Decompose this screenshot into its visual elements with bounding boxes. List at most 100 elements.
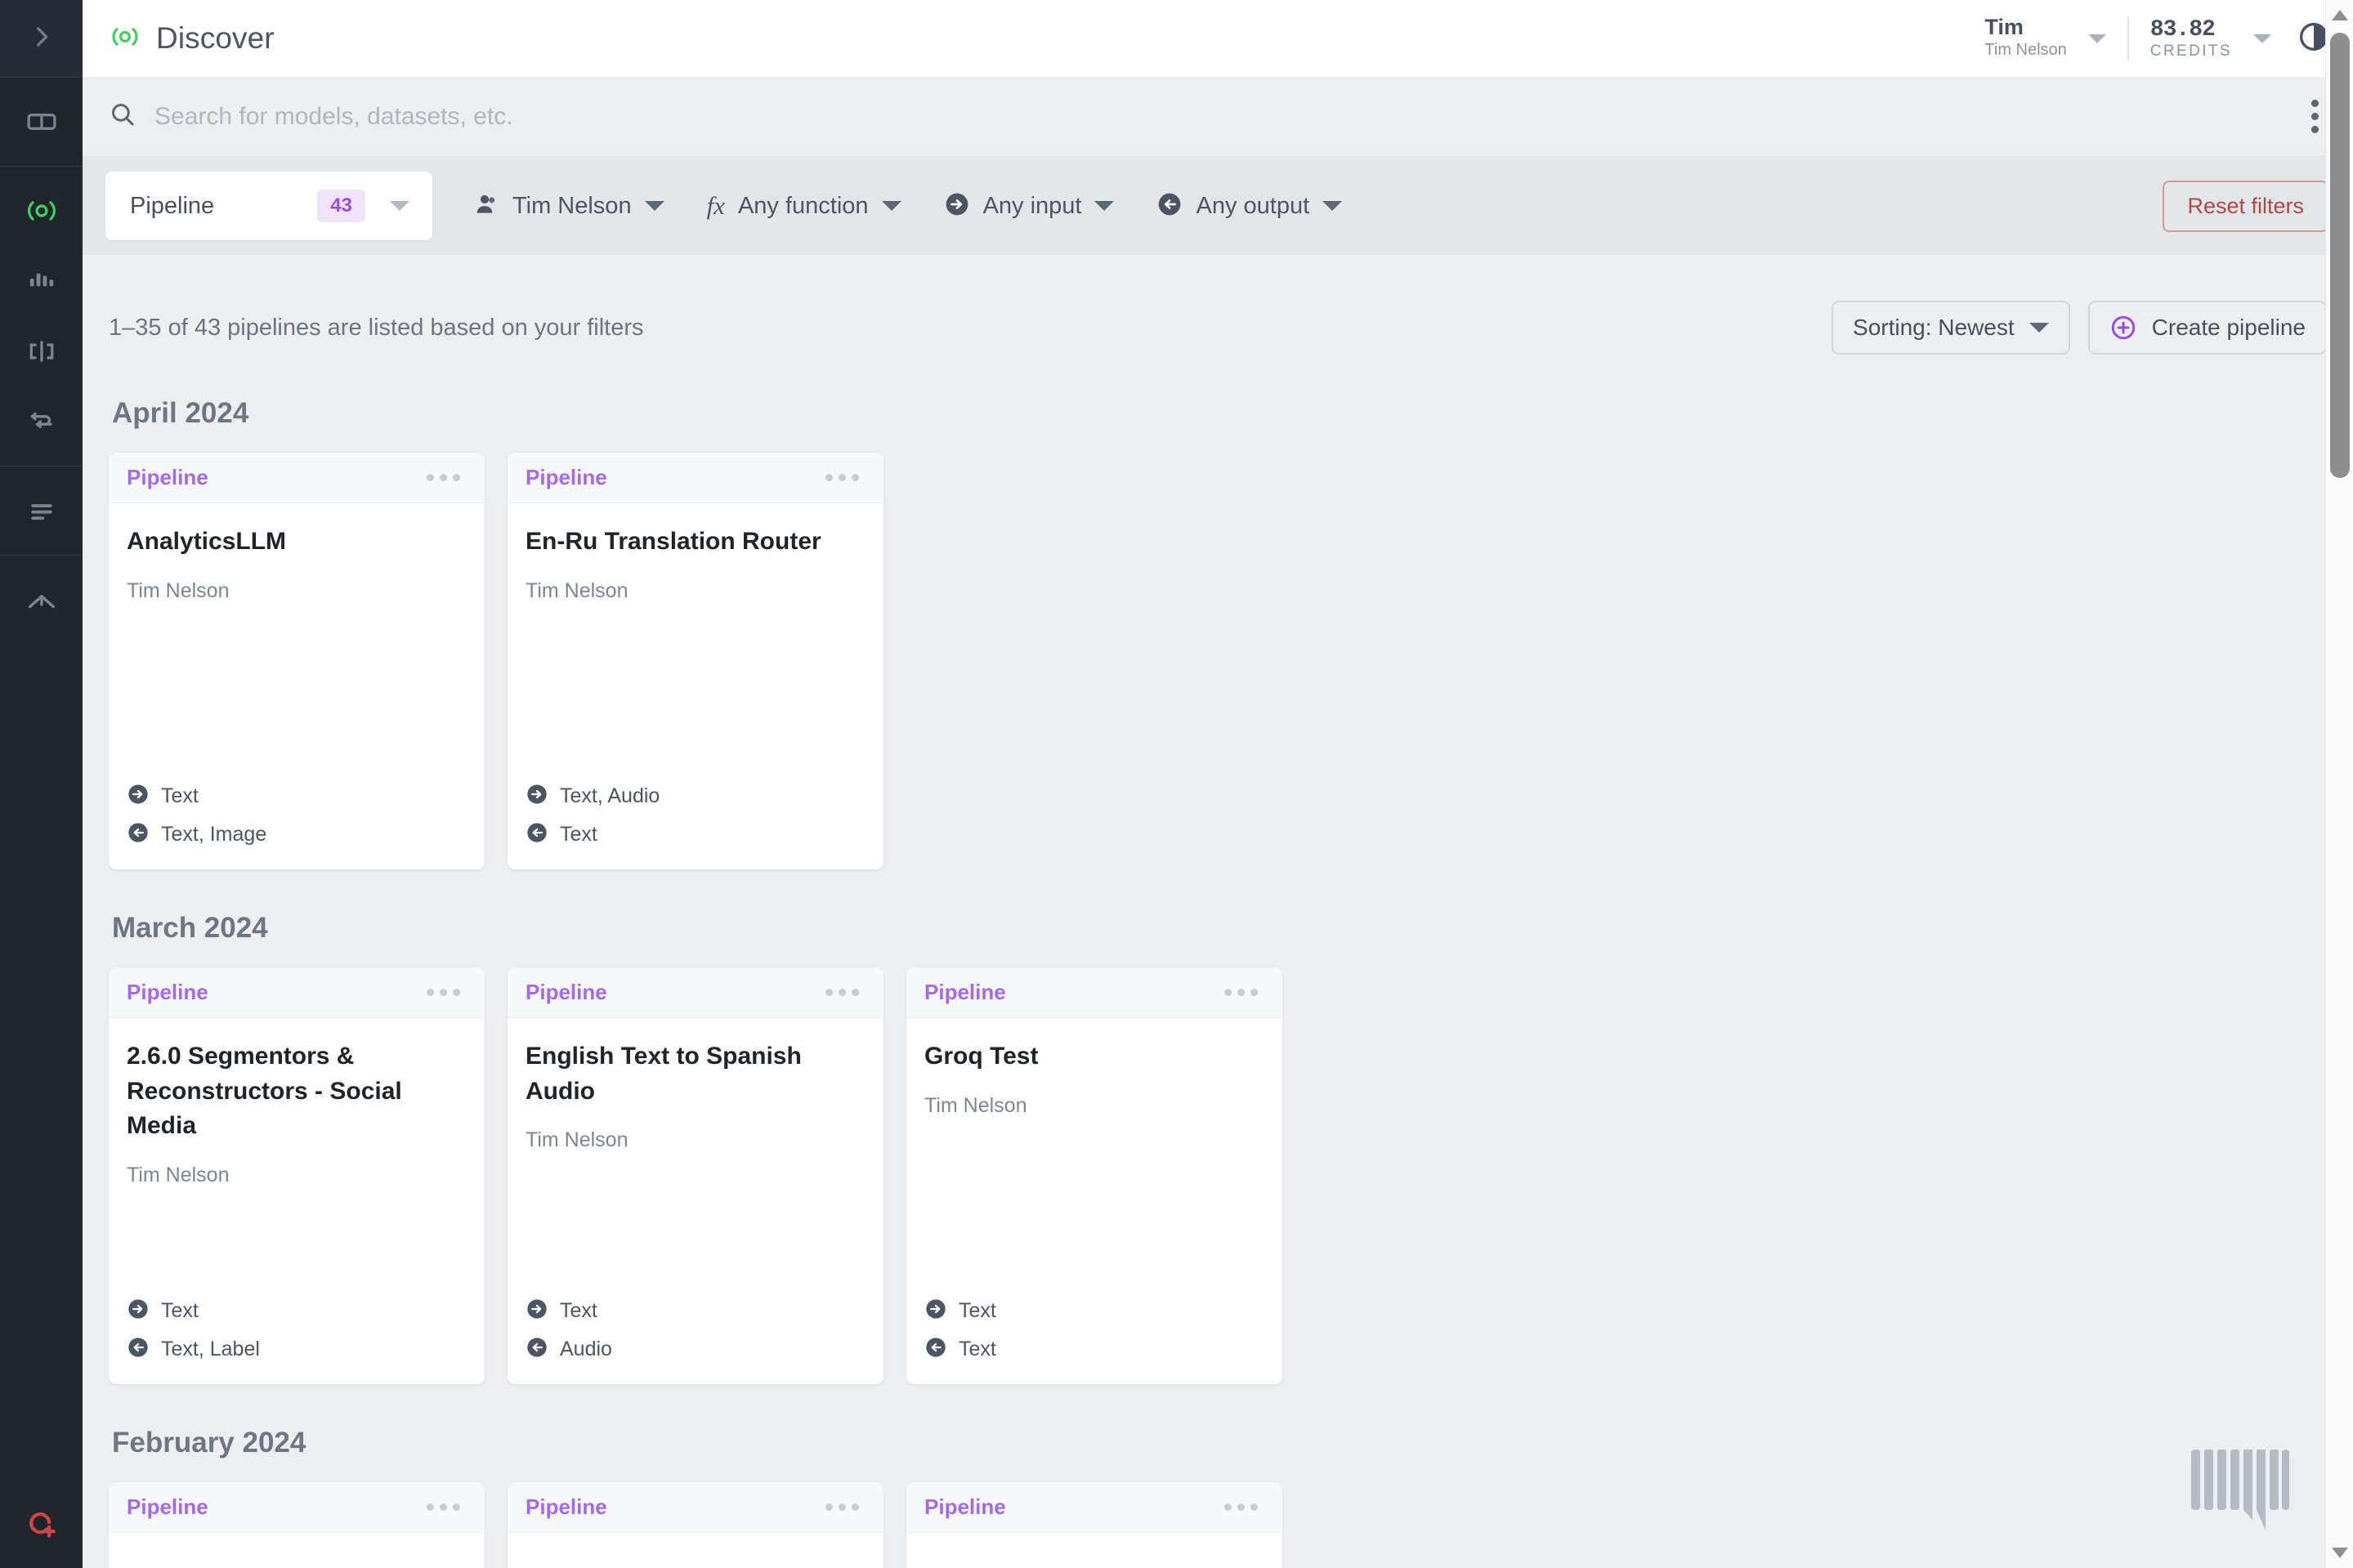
rail-collapse-button[interactable] [0, 0, 83, 77]
pipeline-card[interactable]: Pipeline En-Ru Translation Router Tim Ne… [508, 453, 883, 869]
sidebar-item-flows[interactable] [16, 395, 68, 448]
sidebar-item-compare[interactable] [16, 325, 68, 377]
kebab-horizontal-icon [825, 989, 833, 996]
card-output-label: Audio [560, 1338, 612, 1360]
card-overflow-button[interactable] [1218, 982, 1264, 1003]
card-overflow-button[interactable] [819, 467, 866, 488]
card-body: 2.6.0 Segmentors & Reconstructors - Soci… [109, 1018, 485, 1286]
card-author: Tim Nelson [526, 579, 629, 602]
section-card-grid: Pipeline AnalyticsLLM Tim Nelson Text Te… [109, 453, 2327, 869]
card-body: AnalyticsLLM Tim Nelson [109, 503, 485, 771]
filter-function[interactable]: fx Any function [686, 172, 923, 240]
kebab-dot [440, 989, 447, 996]
pipeline-card[interactable]: Pipeline English Text to Spanish Audio T… [508, 967, 883, 1384]
card-title: Groq Test [924, 1043, 1039, 1070]
sidebar-item-panel-toggle[interactable] [16, 96, 68, 148]
card-overflow-button[interactable] [819, 1497, 866, 1517]
kebab-dot [852, 989, 859, 996]
filter-input[interactable]: Any input [923, 172, 1136, 240]
card-overflow-button[interactable] [420, 982, 467, 1003]
arrow-left-circle-icon [526, 821, 548, 848]
filter-owner[interactable]: Tim Nelson [452, 172, 686, 240]
card-overflow-button[interactable] [819, 982, 866, 1003]
card-overflow-button[interactable] [1218, 1497, 1264, 1517]
card-output-row: Text, Image [127, 821, 467, 848]
account-name: Tim [1984, 14, 2024, 39]
card-body: En-Ru Translation Router Tim Nelson [508, 503, 883, 771]
sidebar-bottom-button[interactable] [16, 1498, 68, 1550]
compare-icon [26, 336, 57, 367]
fx-icon: fx [706, 191, 725, 220]
card-kind-label: Pipeline [127, 1494, 208, 1519]
arrow-left-circle-icon [526, 1336, 548, 1363]
rail-group-logs [0, 467, 83, 555]
card-author: Tim Nelson [127, 1163, 230, 1186]
account-menu[interactable]: Tim Tim Nelson [1984, 14, 2106, 62]
section-card-grid: Pipeline Pipeline Pipeline [109, 1482, 2327, 1568]
scroll-up-arrow-icon[interactable] [2332, 10, 2348, 20]
card-overflow-button[interactable] [420, 1497, 467, 1517]
scroll-down-arrow-icon[interactable] [2332, 1548, 2348, 1558]
card-kind-label: Pipeline [924, 980, 1006, 1004]
search-input[interactable] [154, 102, 2302, 131]
card-author: Tim Nelson [924, 1093, 1027, 1117]
chat-bubble-striped-icon [2185, 1450, 2289, 1536]
sidebar-item-deploy[interactable] [16, 574, 68, 626]
plus-circle-icon [2109, 314, 2137, 342]
filter-owner-label: Tim Nelson [512, 192, 632, 219]
pipeline-card[interactable]: Pipeline [906, 1482, 1282, 1568]
pipeline-card[interactable]: Pipeline [109, 1482, 485, 1568]
filter-entity-count: 43 [317, 190, 365, 222]
kebab-horizontal-icon [1224, 989, 1232, 996]
bar-chart-icon [26, 266, 57, 297]
scrollbar-thumb[interactable] [2330, 33, 2350, 478]
sidebar-item-discover[interactable] [16, 185, 68, 237]
pipeline-card[interactable]: Pipeline Groq Test Tim Nelson Text Text [906, 967, 1282, 1384]
card-title: 2.6.0 Segmentors & Reconstructors - Soci… [127, 1043, 402, 1140]
filter-output[interactable]: Any output [1135, 172, 1363, 240]
kebab-dot [852, 1503, 859, 1511]
arrow-right-circle-icon [526, 783, 548, 810]
sidebar-item-logs[interactable] [16, 485, 68, 537]
rail-group-deploy [0, 556, 83, 644]
credits-menu[interactable]: 83.82 CREDITS [2150, 17, 2271, 60]
card-author: Tim Nelson [127, 579, 230, 602]
sidebar-item-analytics[interactable] [16, 255, 68, 307]
card-output-label: Text, Image [161, 823, 267, 846]
arrow-right-circle-icon [127, 1298, 150, 1325]
filter-entity-type[interactable]: Pipeline 43 [105, 172, 432, 240]
search-field-wrap[interactable] [109, 101, 2302, 132]
sorting-dropdown[interactable]: Sorting: Newest [1832, 301, 2070, 355]
create-pipeline-button[interactable]: Create pipeline [2087, 301, 2327, 355]
search-icon [109, 101, 136, 132]
upload-cloud-icon [25, 583, 58, 616]
sorting-label: Sorting: Newest [1853, 315, 2015, 340]
kebab-dot [1250, 1503, 1258, 1511]
filter-function-label: Any function [737, 192, 869, 219]
page-scrollbar[interactable] [2325, 0, 2353, 1568]
list-lines-icon [26, 495, 57, 526]
page-title: Discover [156, 21, 275, 55]
kebab-dot [2311, 113, 2319, 120]
main-content: 1–35 of 43 pipelines are listed based on… [83, 255, 2353, 1568]
kebab-dot [1237, 989, 1245, 996]
card-input-row: Text [127, 1298, 467, 1325]
card-body: English Text to Spanish Audio Tim Nelson [508, 1018, 883, 1286]
reset-filters-button[interactable]: Reset filters [2163, 180, 2328, 232]
create-pipeline-label: Create pipeline [2151, 315, 2306, 340]
card-input-label: Text [161, 784, 199, 807]
card-title: En-Ru Translation Router [526, 528, 821, 555]
person-icon [473, 191, 499, 221]
pipeline-card[interactable]: Pipeline AnalyticsLLM Tim Nelson Text Te… [109, 453, 485, 869]
credits-value: 83.82 [2149, 16, 2216, 42]
kebab-dot [453, 989, 460, 996]
card-footer: Text Text, Label [109, 1286, 485, 1384]
pipeline-card[interactable]: Pipeline 2.6.0 Segmentors & Reconstructo… [109, 967, 485, 1384]
chat-widget-button[interactable] [2185, 1443, 2289, 1537]
pipeline-card[interactable]: Pipeline [508, 1482, 883, 1568]
rail-bottom-action[interactable] [0, 1498, 83, 1550]
swap-flow-icon [26, 406, 57, 437]
card-overflow-button[interactable] [420, 467, 467, 488]
kebab-horizontal-icon [825, 1503, 833, 1511]
brand: Discover [109, 20, 275, 57]
